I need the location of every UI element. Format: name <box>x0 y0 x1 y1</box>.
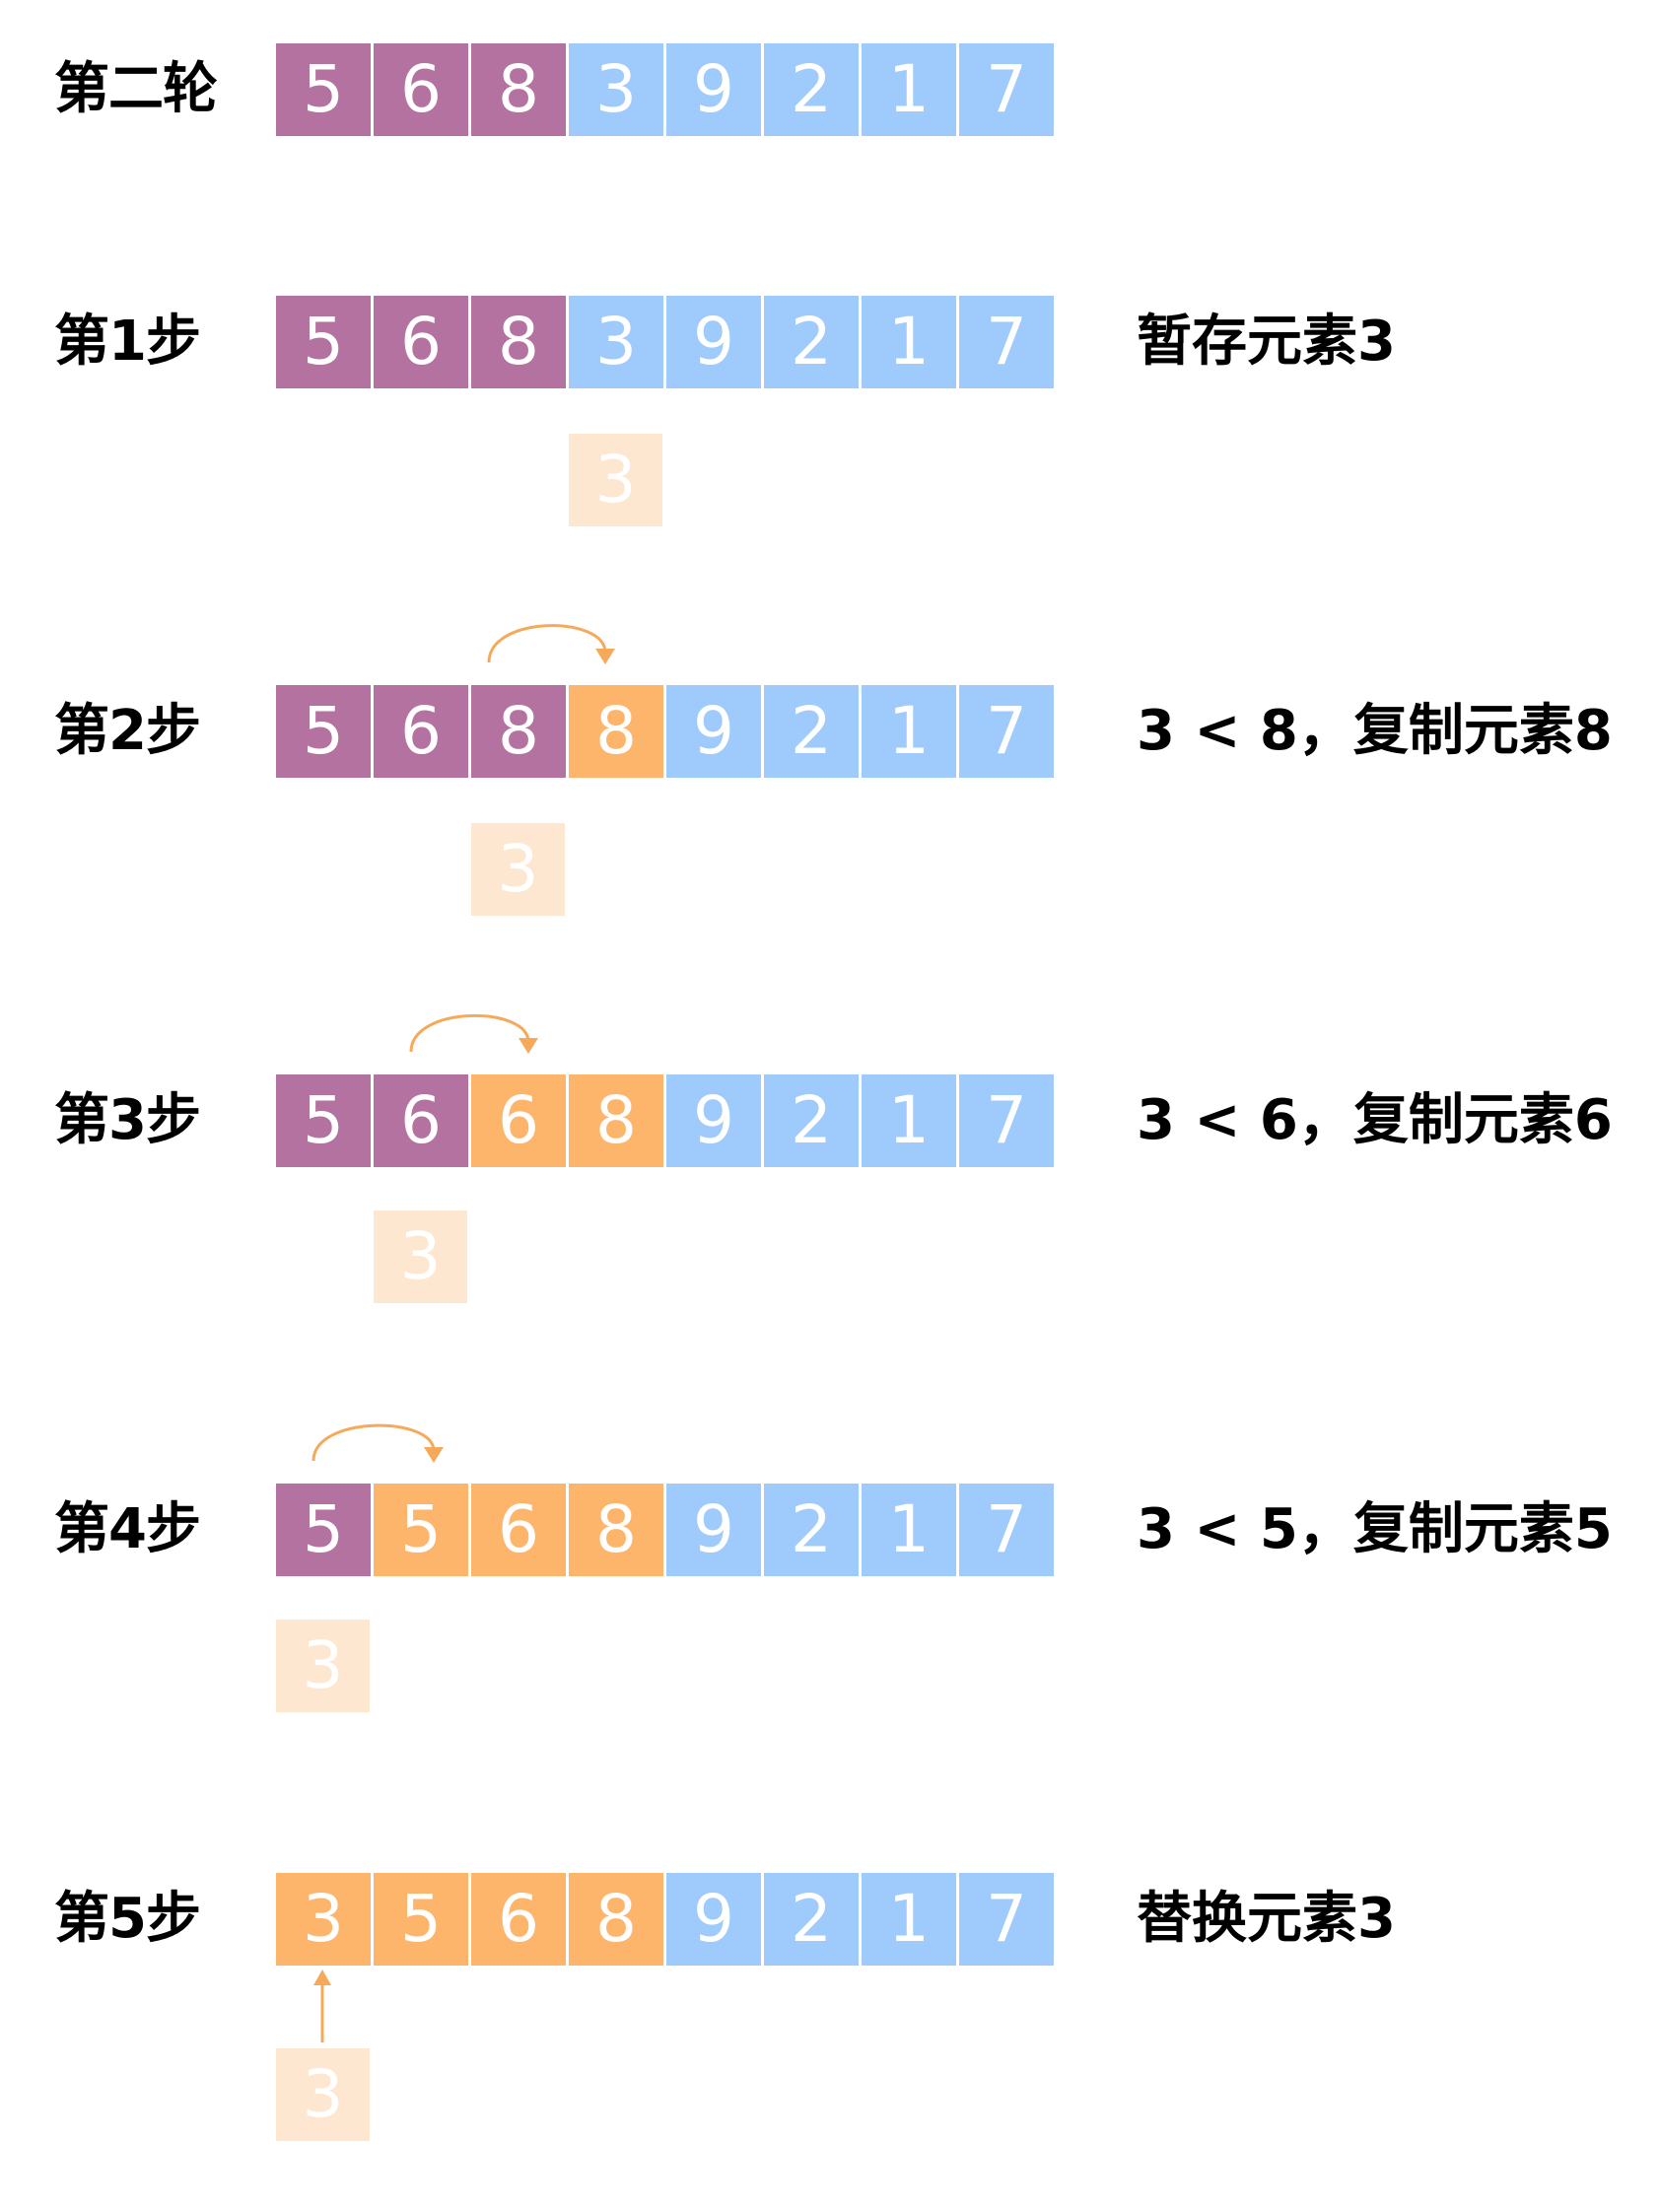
array-row: 35689217 <box>276 1873 1057 1966</box>
step-description: 暂存元素3 <box>1137 310 1396 374</box>
step-description: 替换元素3 <box>1137 1887 1396 1951</box>
temp-element: 3 <box>471 823 565 916</box>
array-cell: 8 <box>471 685 566 778</box>
array-cell: 8 <box>569 1873 663 1966</box>
array-row: 56839217 <box>276 43 1057 136</box>
array-cell: 5 <box>276 1484 371 1576</box>
row-label: 第5步 <box>54 1887 201 1951</box>
array-cell: 7 <box>959 1484 1054 1576</box>
array-cell: 5 <box>276 296 371 388</box>
array-cell: 1 <box>862 296 956 388</box>
array-cell: 9 <box>666 685 761 778</box>
array-cell: 8 <box>569 1484 663 1576</box>
row-label: 第2步 <box>54 699 201 763</box>
array-row: 55689217 <box>276 1484 1057 1576</box>
array-row: 56839217 <box>276 296 1057 388</box>
array-row: 56889217 <box>276 685 1057 778</box>
shift-arrow-icon <box>311 1423 444 1463</box>
array-cell: 2 <box>764 685 859 778</box>
array-cell: 2 <box>764 1484 859 1576</box>
array-cell: 2 <box>764 43 859 136</box>
row-label: 第1步 <box>54 310 201 374</box>
array-cell: 9 <box>666 1873 761 1966</box>
array-cell: 1 <box>862 1873 956 1966</box>
step-description: 3 < 5，复制元素5 <box>1137 1497 1613 1561</box>
row-label: 第3步 <box>54 1088 201 1152</box>
array-cell: 5 <box>374 1873 468 1966</box>
array-cell: 9 <box>666 43 761 136</box>
array-cell: 8 <box>569 685 663 778</box>
step-description: 3 < 8，复制元素8 <box>1137 699 1613 763</box>
array-cell: 7 <box>959 1074 1054 1167</box>
temp-element: 3 <box>276 2048 370 2141</box>
array-cell: 7 <box>959 685 1054 778</box>
array-cell: 2 <box>764 1074 859 1167</box>
array-cell: 6 <box>471 1484 566 1576</box>
temp-element: 3 <box>374 1210 467 1303</box>
array-cell: 9 <box>666 1074 761 1167</box>
array-cell: 6 <box>374 43 468 136</box>
array-cell: 3 <box>276 1873 371 1966</box>
array-cell: 5 <box>276 1074 371 1167</box>
array-cell: 6 <box>374 1074 468 1167</box>
array-cell: 6 <box>471 1074 566 1167</box>
array-cell: 6 <box>374 296 468 388</box>
temp-element: 3 <box>569 434 662 526</box>
shift-arrow-icon <box>487 624 615 664</box>
array-cell: 5 <box>276 685 371 778</box>
array-cell: 7 <box>959 1873 1054 1966</box>
array-cell: 3 <box>569 296 663 388</box>
temp-element: 3 <box>276 1620 370 1712</box>
insert-arrow-icon <box>313 1970 331 2042</box>
row-label: 第4步 <box>54 1497 201 1561</box>
array-cell: 8 <box>471 296 566 388</box>
array-cell: 9 <box>666 296 761 388</box>
array-cell: 6 <box>471 1873 566 1966</box>
array-cell: 2 <box>764 296 859 388</box>
row-label: 第二轮 <box>54 57 218 121</box>
array-cell: 7 <box>959 296 1054 388</box>
array-cell: 1 <box>862 685 956 778</box>
array-cell: 2 <box>764 1873 859 1966</box>
shift-arrow-icon <box>409 1013 538 1054</box>
step-description: 3 < 6，复制元素6 <box>1137 1088 1613 1152</box>
array-cell: 8 <box>471 43 566 136</box>
array-cell: 1 <box>862 1074 956 1167</box>
array-cell: 5 <box>374 1484 468 1576</box>
array-cell: 3 <box>569 43 663 136</box>
array-cell: 5 <box>276 43 371 136</box>
array-cell: 6 <box>374 685 468 778</box>
array-row: 56689217 <box>276 1074 1057 1167</box>
array-cell: 1 <box>862 43 956 136</box>
array-cell: 9 <box>666 1484 761 1576</box>
array-cell: 1 <box>862 1484 956 1576</box>
array-cell: 8 <box>569 1074 663 1167</box>
array-cell: 7 <box>959 43 1054 136</box>
